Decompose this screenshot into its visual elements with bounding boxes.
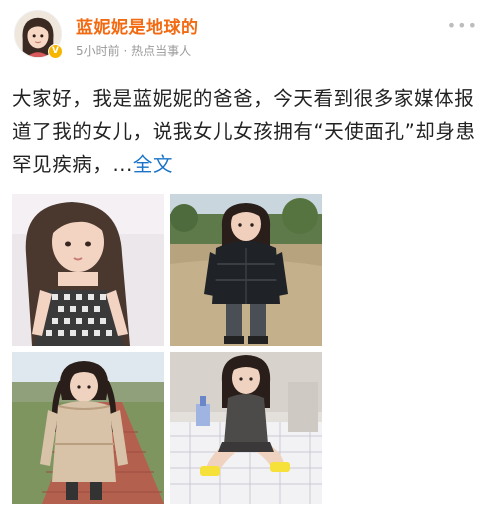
post-meta: 5小时前 · 热点当事人: [76, 42, 191, 59]
full-text-link[interactable]: 全文: [133, 153, 173, 176]
more-options-button[interactable]: •••: [447, 16, 478, 35]
post-content: 大家好，我是蓝妮妮的爸爸，今天看到很多家媒体报道了我的女儿，说我女儿女孩拥有“天…: [12, 82, 488, 181]
post-source[interactable]: 热点当事人: [131, 44, 191, 58]
post-time: 5小时前: [76, 44, 120, 58]
photo-girl-black-jacket[interactable]: [170, 194, 322, 346]
verified-badge-icon: V: [48, 44, 63, 59]
weibo-post: V 蓝妮妮是地球的 5小时前 · 热点当事人 ••• 大家好，我是蓝妮妮的爸爸，…: [0, 0, 498, 523]
author-name[interactable]: 蓝妮妮是地球的: [76, 13, 199, 38]
photo-girl-checkered-dress[interactable]: [12, 194, 164, 346]
photo-girl-pigtails-beige-coat[interactable]: [12, 352, 164, 504]
ellipsis-icon: •••: [446, 16, 478, 35]
post-text: 大家好，我是蓝妮妮的爸爸，今天看到很多家媒体报道了我的女儿，说我女儿女孩拥有“天…: [12, 87, 476, 176]
meta-separator: ·: [119, 44, 132, 58]
photo-girl-sitting-on-bed[interactable]: [170, 352, 322, 504]
